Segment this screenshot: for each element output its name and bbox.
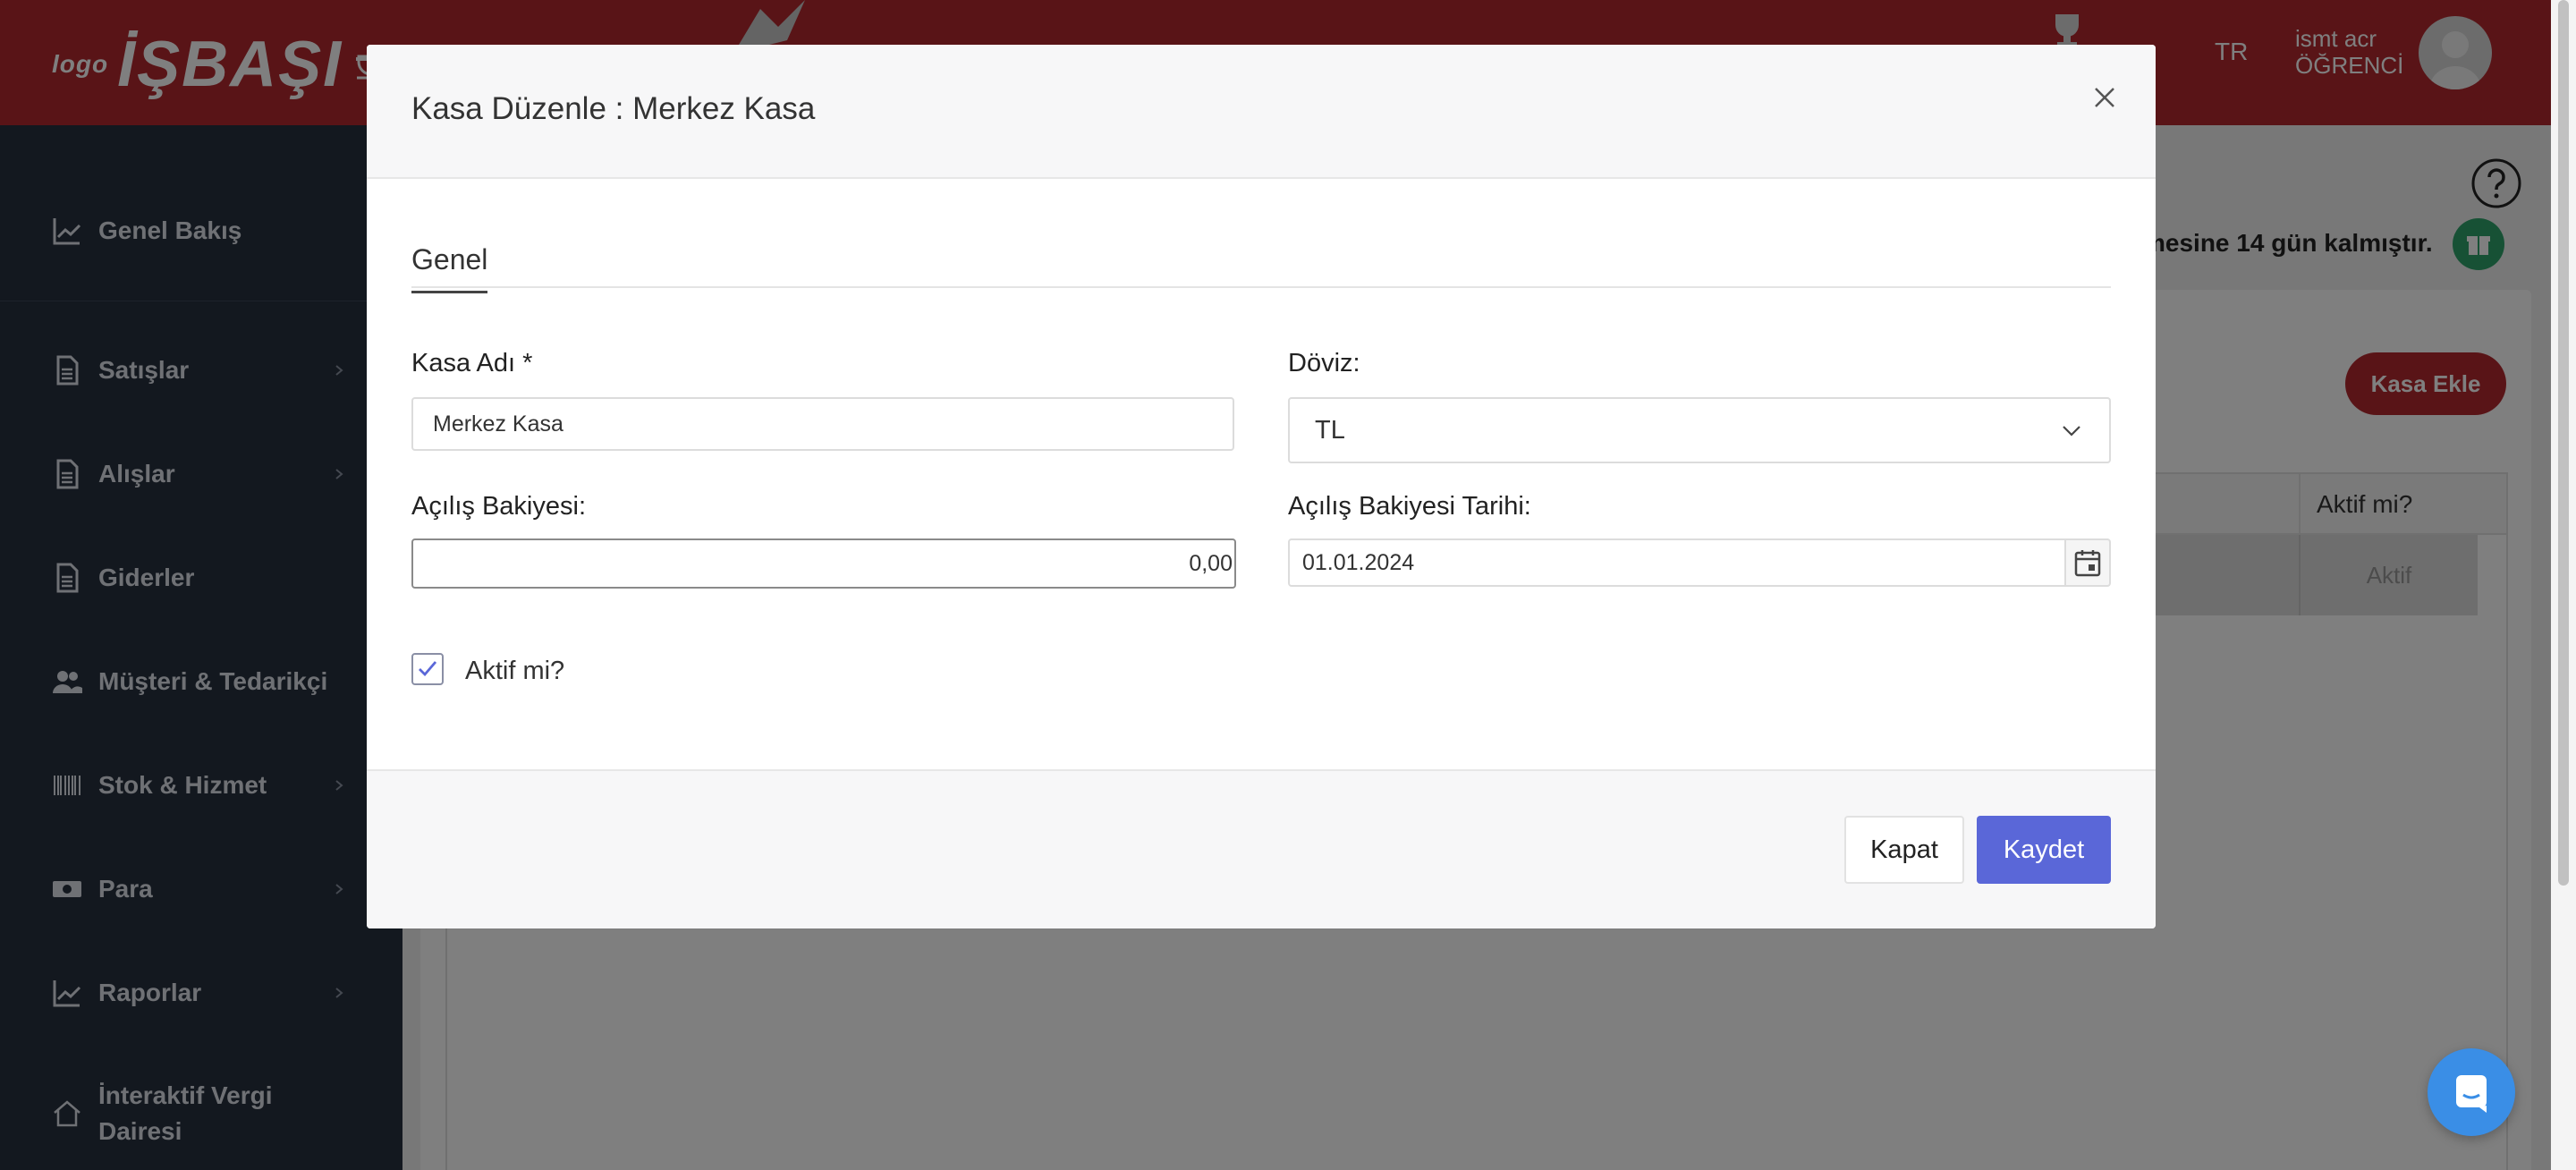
date-picker-button[interactable] — [2064, 538, 2111, 587]
acilis-bakiyesi-input[interactable]: 0,00 — [411, 538, 1236, 589]
close-icon — [2095, 88, 2114, 107]
scrollbar-thumb[interactable] — [2558, 0, 2569, 886]
doviz-select[interactable]: TL — [1288, 397, 2111, 463]
chevron-down-icon — [2063, 426, 2080, 437]
acilis-bakiyesi-tarihi-label: Açılış Bakiyesi Tarihi: — [1288, 492, 1531, 521]
modal-footer: Kapat Kaydet — [367, 769, 2156, 928]
modal-tabs: Genel — [411, 243, 2111, 293]
acilis-bakiyesi-label: Açılış Bakiyesi: — [411, 492, 586, 521]
close-button[interactable] — [2080, 73, 2129, 122]
doviz-label: Döviz: — [1288, 349, 1360, 377]
kasa-adi-label: Kasa Adı * — [411, 349, 533, 377]
kaydet-button[interactable]: Kaydet — [1977, 816, 2111, 884]
modal-title: Kasa Düzenle : Merkez Kasa — [411, 91, 816, 126]
tab-genel[interactable]: Genel — [411, 243, 488, 293]
kasa-adi-input[interactable]: Merkez Kasa — [411, 397, 1234, 451]
aktif-checkbox-label[interactable]: Aktif mi? — [465, 657, 564, 686]
aktif-checkbox[interactable] — [411, 653, 444, 685]
chat-launcher-button[interactable] — [2428, 1048, 2515, 1136]
acilis-tarihi-input[interactable]: 01.01.2024 — [1288, 538, 2066, 587]
checkmark-icon — [419, 661, 437, 677]
doviz-selected-value: TL — [1315, 415, 1345, 445]
calendar-icon — [2074, 550, 2101, 577]
chat-icon — [2456, 1075, 2487, 1113]
modal-header: Kasa Düzenle : Merkez Kasa — [367, 45, 2156, 179]
kapat-button[interactable]: Kapat — [1844, 816, 1964, 884]
edit-kasa-modal: Kasa Düzenle : Merkez Kasa Genel Kasa Ad… — [367, 45, 2156, 928]
page-scrollbar[interactable] — [2551, 0, 2576, 1170]
